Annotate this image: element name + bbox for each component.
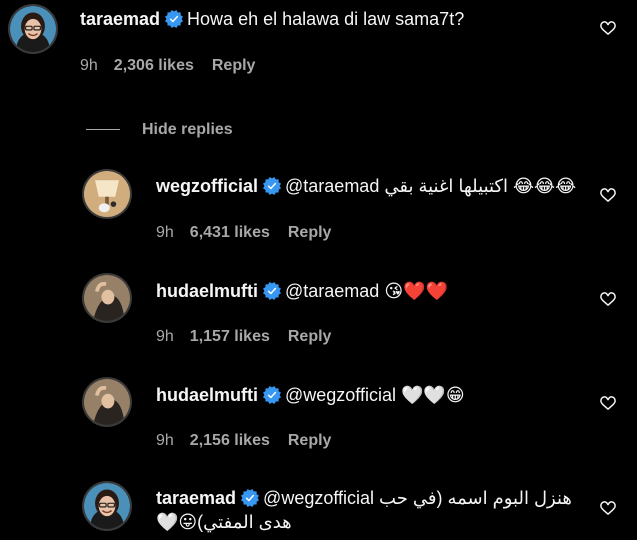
reply-time: 9h	[156, 328, 174, 345]
avatar-taraemad[interactable]	[8, 4, 58, 54]
heart-outline-icon[interactable]	[599, 19, 617, 37]
reply-username[interactable]: taraemad	[156, 488, 236, 508]
reply-username[interactable]: hudaelmufti	[156, 281, 258, 301]
reply-button[interactable]: Reply	[212, 57, 256, 74]
reply-time: 9h	[156, 432, 174, 449]
heart-outline-icon[interactable]	[599, 186, 617, 204]
avatar-wegzofficial[interactable]	[82, 169, 132, 219]
hide-replies-button[interactable]: Hide replies	[86, 120, 233, 140]
verified-badge-icon	[263, 177, 281, 195]
reply-button[interactable]: Reply	[288, 432, 332, 449]
reply-username[interactable]: wegzofficial	[156, 176, 258, 196]
heart-outline-icon[interactable]	[599, 499, 617, 517]
reply-text-line2: هدى المفتي)😛🤍	[156, 512, 292, 532]
reply-likes[interactable]: 6,431 likes	[190, 224, 270, 241]
comment-username[interactable]: taraemad	[80, 9, 160, 29]
reply-button[interactable]: Reply	[288, 224, 332, 241]
avatar-taraemad[interactable]	[82, 481, 132, 531]
comment-meta: 9h 2,306 likes Reply	[80, 56, 273, 76]
verified-badge-icon	[165, 10, 183, 28]
heart-outline-icon[interactable]	[599, 394, 617, 412]
reply-meta: 9h 6,431 likes Reply	[156, 223, 349, 243]
verified-badge-icon	[263, 386, 281, 404]
reply-button[interactable]: Reply	[288, 328, 332, 345]
reply-username[interactable]: hudaelmufti	[156, 385, 258, 405]
reply-text: @taraemad اكتبيلها اغنية بقي 😂😂😂	[285, 176, 577, 196]
verified-badge-icon	[263, 282, 281, 300]
reply-likes[interactable]: 2,156 likes	[190, 432, 270, 449]
hide-replies-label: Hide replies	[142, 121, 233, 138]
reply-body: taraemad @wegzofficial هنزل البوم اسمه (ف…	[156, 486, 596, 534]
reply-likes[interactable]: 1,157 likes	[190, 328, 270, 345]
reply-time: 9h	[156, 224, 174, 241]
comment-text: Howa eh el halawa di law sama7t?	[187, 9, 465, 29]
verified-badge-icon	[241, 489, 259, 507]
comment-time: 9h	[80, 57, 98, 74]
avatar-hudaelmufti[interactable]	[82, 377, 132, 427]
hide-replies-divider	[86, 129, 120, 131]
comment-likes[interactable]: 2,306 likes	[114, 57, 194, 74]
reply-text: @taraemad 😘❤️❤️	[285, 281, 448, 301]
avatar-hudaelmufti[interactable]	[82, 273, 132, 323]
reply-meta: 9h 2,156 likes Reply	[156, 431, 349, 451]
reply-text-line1: @wegzofficial هنزل البوم اسمه (في حب	[263, 488, 572, 508]
reply-meta: 9h 1,157 likes Reply	[156, 327, 349, 347]
reply-text: @wegzofficial 🤍🤍😁	[285, 385, 465, 405]
heart-outline-icon[interactable]	[599, 290, 617, 308]
